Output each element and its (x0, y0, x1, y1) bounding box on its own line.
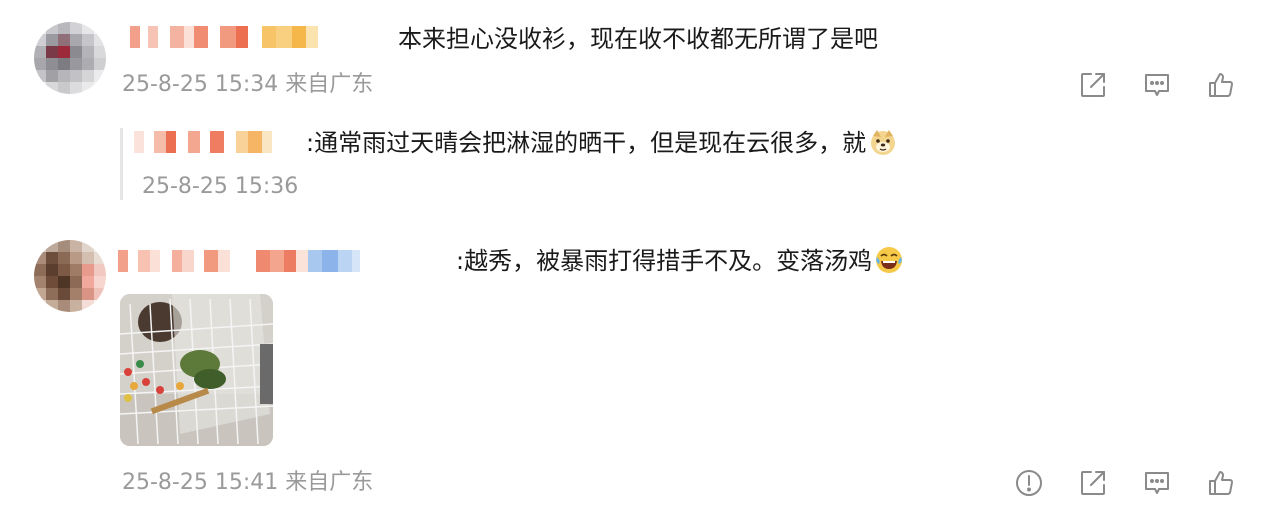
reply-indent-bar (120, 128, 123, 200)
doge-emoji (868, 127, 898, 157)
report-icon[interactable] (1012, 466, 1046, 500)
username-redacted[interactable] (118, 250, 360, 272)
comment-image-thumbnail[interactable] (120, 294, 273, 446)
comment-icon[interactable] (1140, 466, 1174, 500)
comment-meta: 25-8-25 15:34 来自广东 (122, 72, 374, 97)
comment-text: :越秀，被暴雨打得措手不及。变落汤鸡 (456, 245, 904, 277)
comment-text: 本来担心没收衫，现在收不收都无所谓了是吧 (398, 25, 878, 53)
avatar[interactable] (34, 22, 106, 94)
comment-icon[interactable] (1140, 68, 1174, 102)
share-icon[interactable] (1076, 466, 1110, 500)
share-icon[interactable] (1076, 68, 1110, 102)
reply-meta: 25-8-25 15:36 (142, 174, 299, 199)
avatar[interactable] (34, 240, 106, 312)
reply-username-redacted[interactable] (134, 131, 272, 153)
username-redacted[interactable] (130, 26, 318, 48)
laughing-crying-emoji (874, 245, 904, 275)
comment-meta: 25-8-25 15:41 来自广东 (122, 470, 374, 495)
like-icon[interactable] (1204, 466, 1238, 500)
like-icon[interactable] (1204, 68, 1238, 102)
reply-text: :通常雨过天晴会把淋湿的晒干，但是现在云很多，就 (306, 127, 898, 159)
